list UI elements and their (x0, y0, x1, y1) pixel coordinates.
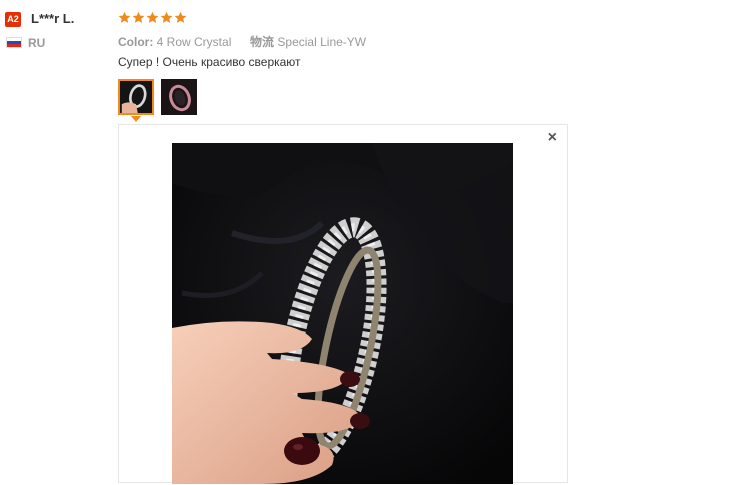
review-photo (172, 143, 513, 484)
bracelet-photo-thumb (161, 79, 197, 115)
photo-viewer: × (118, 124, 568, 484)
star-icon (146, 11, 159, 23)
photo-thumbnail-1[interactable] (118, 79, 154, 115)
selected-thumb-caret-icon (131, 116, 141, 122)
photo-thumbnail-2[interactable] (161, 79, 197, 115)
shipping-label: 物流 (250, 35, 275, 49)
star-icon (132, 11, 145, 23)
level-badge: A2 (5, 12, 21, 27)
reviewer-name: L***r L. (31, 11, 75, 26)
order-info: Color: 4 Row Crystal 物流 Special Line-YW (118, 33, 366, 50)
bracelet-photo-thumb (120, 81, 152, 113)
star-rating (118, 11, 187, 24)
star-icon (118, 11, 131, 23)
color-label: Color: (118, 35, 154, 49)
reviewer-country: RU (28, 36, 46, 50)
review-text: Супер ! Очень красиво сверкают (118, 55, 301, 69)
star-icon (174, 11, 187, 23)
russia-flag-icon (6, 37, 22, 48)
bracelet-photo (172, 143, 513, 484)
shipping-value: Special Line-YW (277, 35, 367, 49)
close-icon[interactable]: × (548, 130, 557, 146)
star-icon (160, 11, 173, 23)
color-value: 4 Row Crystal (156, 35, 232, 49)
